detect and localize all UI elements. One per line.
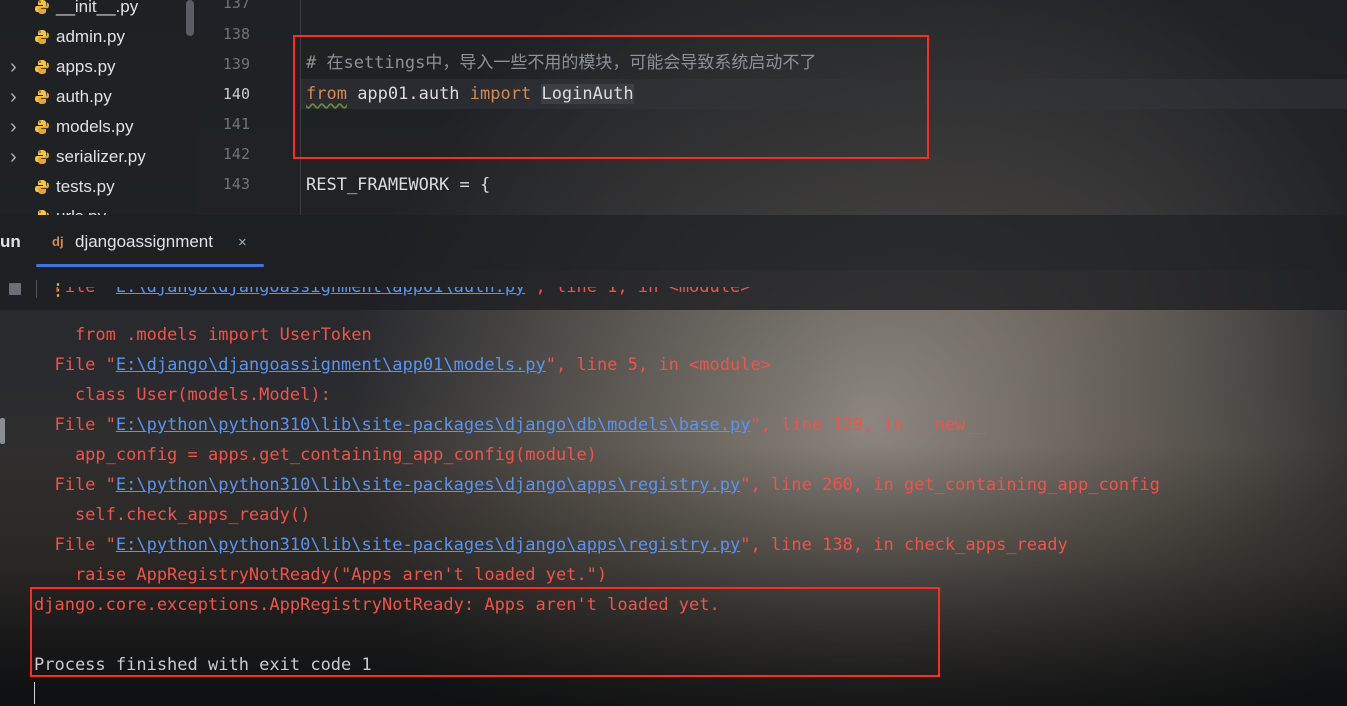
- python-file-icon: [35, 150, 49, 164]
- console-text: File ": [34, 287, 116, 297]
- console-line: File "E:\python\python310\lib\site-packa…: [34, 410, 986, 440]
- console-scrollbar[interactable]: [0, 418, 5, 444]
- file-path-link[interactable]: E:\django\djangoassignment\app01\models.…: [116, 355, 546, 375]
- django-icon: dj: [52, 234, 64, 249]
- file-path-link[interactable]: E:\python\python310\lib\site-packages\dj…: [116, 535, 740, 555]
- console-line: app_config = apps.get_containing_app_con…: [34, 445, 597, 465]
- console-text: ", line 260, in get_containing_app_confi…: [740, 475, 1160, 495]
- python-file-icon: [35, 0, 49, 14]
- console-line: File "E:\django\djangoassignment\app01\a…: [34, 287, 750, 310]
- console-line: File "E:\python\python310\lib\site-packa…: [34, 530, 1068, 560]
- tree-item-label: models.py: [56, 117, 134, 136]
- python-file-icon: [35, 120, 49, 134]
- console-text: File ": [34, 355, 116, 375]
- chevron-right-icon[interactable]: ›: [10, 116, 22, 139]
- tree-item-label: admin.py: [56, 27, 125, 46]
- run-tab-label[interactable]: djangoassignment: [75, 232, 213, 252]
- stop-icon[interactable]: [9, 283, 21, 295]
- console-line: self.check_apps_ready(): [34, 505, 311, 525]
- run-panel-label: un: [0, 232, 21, 251]
- line-number: 143: [222, 175, 250, 193]
- tree-item[interactable]: __init__.py: [0, 0, 198, 22]
- console-line: File "E:\django\djangoassignment\app01\m…: [34, 350, 771, 380]
- tree-item[interactable]: admin.py: [0, 22, 198, 52]
- line-number: 138: [222, 25, 250, 43]
- line-number: 137: [222, 0, 250, 12]
- python-file-icon: [35, 90, 49, 104]
- tree-item-label: serializer.py: [56, 147, 146, 166]
- tree-item[interactable]: › models.py: [0, 112, 198, 142]
- console-line: from .models import UserToken: [34, 325, 372, 345]
- console-line: File "E:\python\python310\lib\site-packa…: [34, 470, 1160, 500]
- console-text: ", line 5, in <module>: [545, 355, 771, 375]
- line-number: 141: [222, 115, 250, 133]
- line-number-active: 140: [222, 85, 250, 103]
- python-file-icon: [35, 180, 49, 194]
- chevron-right-icon[interactable]: ›: [10, 86, 22, 109]
- annotation-box-error: [30, 587, 940, 677]
- tree-item-label: auth.py: [56, 87, 112, 106]
- tree-item[interactable]: › serializer.py: [0, 142, 198, 172]
- chevron-right-icon[interactable]: ›: [10, 56, 22, 79]
- annotation-box-code: [293, 35, 929, 159]
- python-file-icon: [35, 30, 49, 44]
- tree-item[interactable]: › apps.py: [0, 52, 198, 82]
- tree-item-label: __init__.py: [56, 0, 139, 16]
- tree-item-label: apps.py: [56, 57, 116, 76]
- close-icon[interactable]: ×: [238, 234, 247, 251]
- tree-item[interactable]: tests.py: [0, 172, 198, 202]
- console-text: ", line 129, in __new__: [750, 415, 986, 435]
- file-path-link[interactable]: E:\python\python310\lib\site-packages\dj…: [116, 415, 751, 435]
- chevron-right-icon[interactable]: ›: [10, 146, 22, 169]
- console-line: raise AppRegistryNotReady("Apps aren't l…: [34, 565, 608, 585]
- console-text: File ": [34, 415, 116, 435]
- active-tab-indicator: [36, 264, 264, 267]
- console-text: ", line 1, in <module>: [525, 287, 751, 297]
- console-text: File ": [34, 535, 116, 555]
- console-caret: [34, 682, 35, 704]
- console-text: File ": [34, 475, 116, 495]
- line-number: 142: [222, 145, 250, 163]
- console-text: ", line 138, in check_apps_ready: [740, 535, 1068, 555]
- file-path-link[interactable]: E:\django\djangoassignment\app01\auth.py: [116, 287, 525, 297]
- tree-item[interactable]: › auth.py: [0, 82, 198, 112]
- python-file-icon: [35, 60, 49, 74]
- file-path-link[interactable]: E:\python\python310\lib\site-packages\dj…: [116, 475, 740, 495]
- tree-item-label: tests.py: [56, 177, 115, 196]
- line-number: 139: [222, 55, 250, 73]
- console-line: class User(models.Model):: [34, 385, 331, 405]
